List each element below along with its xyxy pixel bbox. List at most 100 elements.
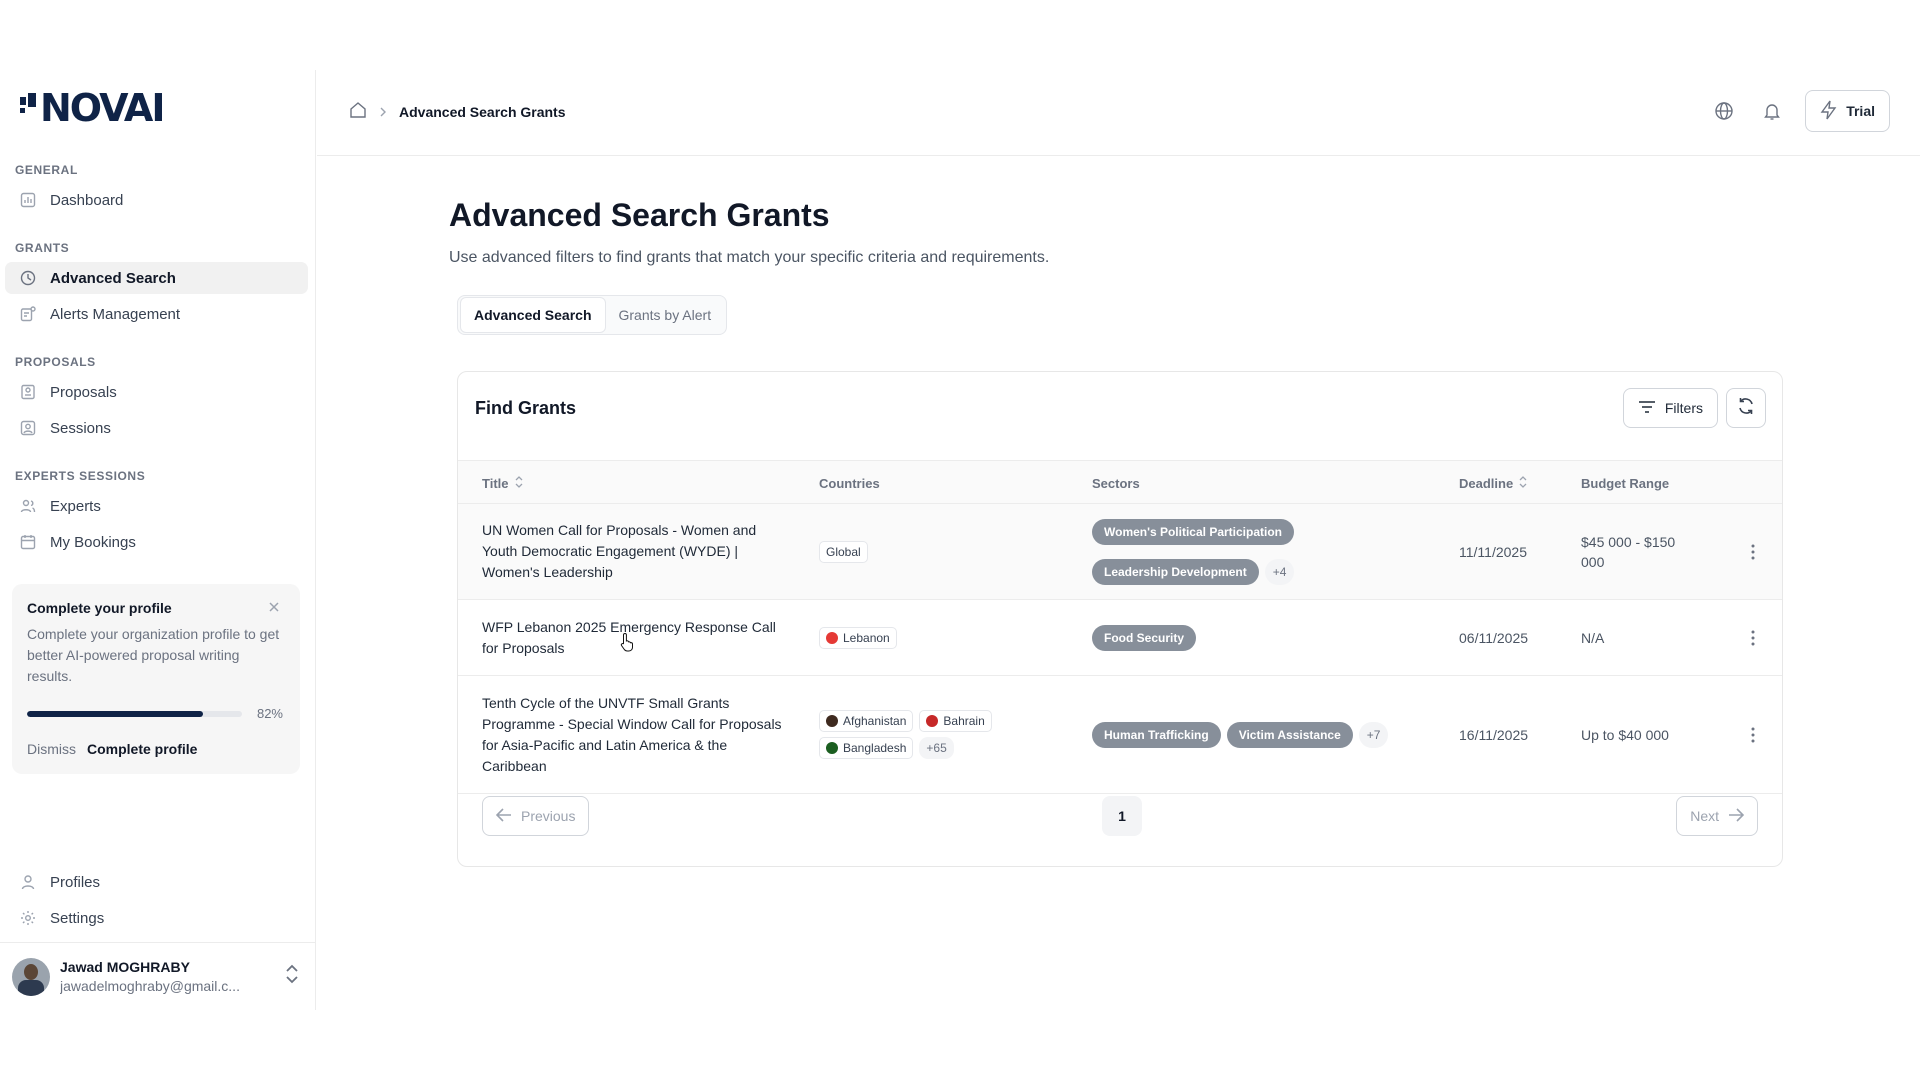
sector-more-badge[interactable]: +7 — [1358, 721, 1389, 748]
tab-advanced-search[interactable]: Advanced Search — [460, 297, 606, 333]
breadcrumb-current: Advanced Search Grants — [399, 103, 566, 120]
page-number-button[interactable]: 1 — [1102, 796, 1142, 836]
country-chip: Afghanistan — [819, 710, 914, 732]
flag-icon — [826, 715, 838, 727]
sidebar-item-label: Advanced Search — [50, 269, 176, 287]
sort-icon[interactable] — [515, 475, 523, 491]
column-header-label: Deadline — [1459, 475, 1514, 491]
chevrons-up-down-icon[interactable] — [284, 963, 300, 990]
table-row[interactable]: WFP Lebanon 2025 Emergency Response Call… — [458, 600, 1782, 676]
filters-button[interactable]: Filters — [1622, 388, 1718, 428]
grant-title[interactable]: Tenth Cycle of the UNVTF Small Grants Pr… — [482, 676, 782, 793]
dismiss-button[interactable]: Dismiss — [27, 741, 76, 757]
users-icon — [19, 497, 37, 515]
country-more-badge[interactable]: +65 — [919, 737, 954, 759]
nav-section-bottom: Profiles Settings — [0, 862, 316, 934]
deadline: 06/11/2025 — [1459, 629, 1529, 646]
country-name: Bahrain — [943, 714, 985, 728]
previous-label: Previous — [521, 808, 576, 824]
top-bar: Advanced Search Grants Trial — [317, 70, 1920, 156]
refresh-button[interactable] — [1726, 388, 1766, 428]
deadline: 11/11/2025 — [1459, 543, 1527, 560]
country-name: Bangladesh — [843, 741, 907, 755]
globe-icon[interactable] — [1709, 96, 1739, 126]
sidebar-item-label: Experts — [50, 497, 101, 515]
profile-progress-bar — [27, 711, 242, 717]
trial-button[interactable]: Trial — [1805, 90, 1890, 132]
nav-heading: EXPERTS SESSIONS — [15, 469, 146, 483]
user-email: jawadelmoghraby@gmail.c... — [60, 978, 240, 994]
sidebar-item-label: My Bookings — [50, 533, 136, 551]
column-header-sectors: Sectors — [1092, 461, 1140, 505]
home-icon[interactable] — [349, 101, 367, 122]
top-actions: Trial — [1709, 90, 1890, 132]
countries-list: Afghanistan Bahrain Bangladesh +65 — [819, 676, 1059, 793]
sector-tag: Human Trafficking — [1092, 721, 1221, 748]
sort-icon[interactable] — [1519, 475, 1527, 491]
bell-icon[interactable] — [1757, 96, 1787, 126]
country-chip: Bahrain — [919, 710, 992, 732]
sidebar-item-proposals[interactable]: Proposals — [5, 376, 308, 408]
flag-icon — [826, 742, 838, 754]
column-header-deadline[interactable]: Deadline — [1459, 461, 1527, 505]
column-header-title[interactable]: Title — [482, 461, 523, 505]
nav-heading: PROPOSALS — [15, 355, 96, 369]
next-button[interactable]: Next — [1676, 796, 1758, 836]
sidebar-item-dashboard[interactable]: Dashboard — [5, 184, 308, 216]
brand-name: NOVAI — [40, 86, 165, 130]
tab-grants-by-alert[interactable]: Grants by Alert — [606, 297, 725, 333]
card-title: Find Grants — [475, 398, 577, 418]
grant-title[interactable]: UN Women Call for Proposals - Women and … — [482, 504, 782, 599]
page-title: Advanced Search Grants — [449, 197, 830, 233]
calendar-icon — [19, 533, 37, 551]
more-vertical-icon[interactable] — [1738, 676, 1768, 793]
user-square-icon — [19, 419, 37, 437]
sidebar-item-alerts-management[interactable]: Alerts Management — [5, 298, 308, 330]
more-vertical-icon[interactable] — [1738, 504, 1768, 599]
sector-tag: Food Security — [1092, 624, 1197, 651]
sector-tag: Women's Political Participation — [1092, 518, 1295, 545]
sidebar-item-experts[interactable]: Experts — [5, 490, 308, 522]
next-label: Next — [1690, 808, 1719, 824]
sector-tag: Victim Assistance — [1226, 721, 1353, 748]
grants-table: Title Countries Sectors Deadline Budget … — [458, 460, 1782, 794]
sidebar-item-label: Dashboard — [50, 191, 124, 209]
pagination: Previous 1 Next — [458, 796, 1782, 838]
sidebar-item-settings[interactable]: Settings — [5, 902, 308, 934]
sidebar-item-sessions[interactable]: Sessions — [5, 412, 308, 444]
sidebar-item-profiles[interactable]: Profiles — [5, 866, 308, 898]
sidebar-item-advanced-search[interactable]: Advanced Search — [5, 262, 308, 294]
brand-logo[interactable]: NOVAI — [20, 86, 165, 130]
previous-button[interactable]: Previous — [482, 796, 590, 836]
nav-section-proposals: PROPOSALS Proposals Sessions — [0, 354, 316, 444]
profile-progress-percent: 82% — [256, 706, 283, 721]
sidebar-item-label: Settings — [50, 909, 105, 927]
complete-profile-button[interactable]: Complete profile — [87, 741, 197, 757]
table-row[interactable]: UN Women Call for Proposals - Women and … — [458, 504, 1782, 600]
nav-heading: GRANTS — [15, 241, 70, 255]
search-clock-icon — [19, 269, 37, 287]
sector-more-badge[interactable]: +4 — [1264, 558, 1295, 585]
document-icon — [19, 383, 37, 401]
user-account-switcher[interactable]: Jawad MOGHRABY jawadelmoghraby@gmail.c..… — [0, 942, 316, 1010]
column-header-countries: Countries — [819, 461, 880, 505]
sidebar-item-label: Alerts Management — [50, 305, 181, 323]
table-row[interactable]: Tenth Cycle of the UNVTF Small Grants Pr… — [458, 676, 1782, 794]
nav-section-general: GENERAL Dashboard — [0, 162, 316, 216]
sidebar-item-label: Sessions — [50, 419, 111, 437]
sidebar-item-my-bookings[interactable]: My Bookings — [5, 526, 308, 558]
app-root: NOVAI GENERAL Dashboard GRANTS Advanced … — [0, 70, 1920, 1010]
column-header-label: Sectors — [1092, 475, 1140, 491]
profile-progress-fill — [27, 711, 204, 717]
sectors-list: Women's Political Participation Leadersh… — [1092, 504, 1432, 599]
lightning-icon — [1820, 100, 1838, 123]
refresh-icon — [1736, 396, 1756, 421]
close-icon[interactable] — [266, 599, 282, 615]
country-name: Afghanistan — [843, 714, 907, 728]
sector-tag: Leadership Development — [1092, 558, 1259, 585]
filter-icon — [1638, 400, 1656, 417]
logo-mark-icon — [20, 93, 36, 113]
column-header-budget: Budget Range — [1581, 461, 1669, 505]
more-vertical-icon[interactable] — [1738, 600, 1768, 675]
avatar — [12, 957, 50, 996]
